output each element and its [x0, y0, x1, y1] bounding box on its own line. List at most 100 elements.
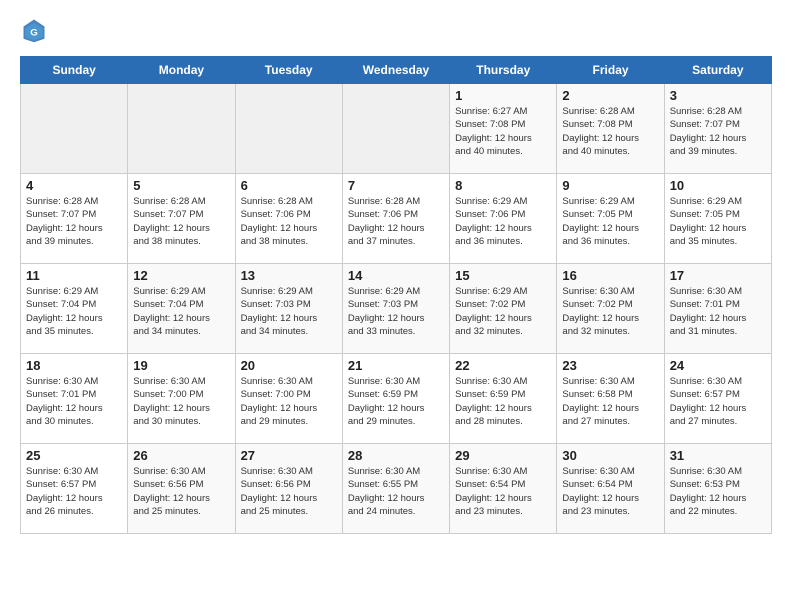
header-row: SundayMondayTuesdayWednesdayThursdayFrid…: [21, 57, 772, 84]
day-number: 14: [348, 268, 444, 283]
calendar-cell: [235, 84, 342, 174]
day-number: 21: [348, 358, 444, 373]
calendar-cell: 29 Sunrise: 6:30 AM Sunset: 6:54 PM Dayli…: [450, 444, 557, 534]
calendar-cell: 31 Sunrise: 6:30 AM Sunset: 6:53 PM Dayli…: [664, 444, 771, 534]
day-info: Sunrise: 6:30 AM Sunset: 6:56 PM Dayligh…: [241, 465, 337, 518]
calendar-cell: 8 Sunrise: 6:29 AM Sunset: 7:06 PM Daylig…: [450, 174, 557, 264]
day-info: Sunrise: 6:30 AM Sunset: 7:00 PM Dayligh…: [241, 375, 337, 428]
day-number: 1: [455, 88, 551, 103]
calendar-cell: 30 Sunrise: 6:30 AM Sunset: 6:54 PM Dayli…: [557, 444, 664, 534]
day-info: Sunrise: 6:28 AM Sunset: 7:06 PM Dayligh…: [348, 195, 444, 248]
day-info: Sunrise: 6:30 AM Sunset: 6:54 PM Dayligh…: [562, 465, 658, 518]
calendar-cell: 22Sunrise: 6:30 AM Sunset: 6:59 PM Dayli…: [450, 354, 557, 444]
day-number: 28: [348, 448, 444, 463]
day-number: 24: [670, 358, 766, 373]
calendar-cell: 21 Sunrise: 6:30 AM Sunset: 6:59 PM Dayli…: [342, 354, 449, 444]
day-number: 17: [670, 268, 766, 283]
day-info: Sunrise: 6:30 AM Sunset: 6:59 PM Dayligh…: [348, 375, 444, 428]
calendar-cell: 23 Sunrise: 6:30 AM Sunset: 6:58 PM Dayli…: [557, 354, 664, 444]
day-header-friday: Friday: [557, 57, 664, 84]
day-number: 12: [133, 268, 229, 283]
day-info: Sunrise: 6:28 AM Sunset: 7:07 PM Dayligh…: [133, 195, 229, 248]
calendar-cell: 9 Sunrise: 6:29 AM Sunset: 7:05 PM Daylig…: [557, 174, 664, 264]
day-info: Sunrise: 6:30 AM Sunset: 6:53 PM Dayligh…: [670, 465, 766, 518]
calendar-cell: 16 Sunrise: 6:30 AM Sunset: 7:02 PM Dayli…: [557, 264, 664, 354]
day-number: 25: [26, 448, 122, 463]
calendar-cell: 5 Sunrise: 6:28 AM Sunset: 7:07 PM Daylig…: [128, 174, 235, 264]
day-number: 13: [241, 268, 337, 283]
day-number: 3: [670, 88, 766, 103]
logo: G: [20, 16, 52, 44]
day-info: Sunrise: 6:28 AM Sunset: 7:07 PM Dayligh…: [26, 195, 122, 248]
day-info: Sunrise: 6:28 AM Sunset: 7:08 PM Dayligh…: [562, 105, 658, 158]
calendar-cell: 7 Sunrise: 6:28 AM Sunset: 7:06 PM Daylig…: [342, 174, 449, 264]
page: G SundayMondayTuesdayWednesdayThursdayFr…: [0, 0, 792, 554]
week-row-4: 18 Sunrise: 6:30 AM Sunset: 7:01 PM Dayli…: [21, 354, 772, 444]
day-info: Sunrise: 6:30 AM Sunset: 6:57 PM Dayligh…: [26, 465, 122, 518]
calendar-cell: 2Sunrise: 6:28 AM Sunset: 7:08 PM Daylig…: [557, 84, 664, 174]
day-number: 23: [562, 358, 658, 373]
day-number: 10: [670, 178, 766, 193]
day-number: 5: [133, 178, 229, 193]
week-row-1: 1 Sunrise: 6:27 AM Sunset: 7:08 PM Daylig…: [21, 84, 772, 174]
day-number: 29: [455, 448, 551, 463]
day-number: 22: [455, 358, 551, 373]
calendar-cell: 14 Sunrise: 6:29 AM Sunset: 7:03 PM Dayli…: [342, 264, 449, 354]
day-info: Sunrise: 6:30 AM Sunset: 6:58 PM Dayligh…: [562, 375, 658, 428]
calendar-cell: 18 Sunrise: 6:30 AM Sunset: 7:01 PM Dayli…: [21, 354, 128, 444]
day-header-wednesday: Wednesday: [342, 57, 449, 84]
calendar-cell: 10 Sunrise: 6:29 AM Sunset: 7:05 PM Dayli…: [664, 174, 771, 264]
day-number: 7: [348, 178, 444, 193]
calendar-cell: 1 Sunrise: 6:27 AM Sunset: 7:08 PM Daylig…: [450, 84, 557, 174]
day-number: 8: [455, 178, 551, 193]
day-header-thursday: Thursday: [450, 57, 557, 84]
calendar-cell: 17 Sunrise: 6:30 AM Sunset: 7:01 PM Dayli…: [664, 264, 771, 354]
day-info: Sunrise: 6:29 AM Sunset: 7:02 PM Dayligh…: [455, 285, 551, 338]
logo-icon: G: [20, 16, 48, 44]
day-info: Sunrise: 6:29 AM Sunset: 7:03 PM Dayligh…: [348, 285, 444, 338]
calendar-cell: [128, 84, 235, 174]
day-number: 19: [133, 358, 229, 373]
day-number: 4: [26, 178, 122, 193]
day-info: Sunrise: 6:29 AM Sunset: 7:03 PM Dayligh…: [241, 285, 337, 338]
calendar-cell: 3Sunrise: 6:28 AM Sunset: 7:07 PM Daylig…: [664, 84, 771, 174]
calendar-cell: 24 Sunrise: 6:30 AM Sunset: 6:57 PM Dayli…: [664, 354, 771, 444]
day-info: Sunrise: 6:30 AM Sunset: 7:02 PM Dayligh…: [562, 285, 658, 338]
svg-text:G: G: [30, 27, 37, 38]
calendar-cell: 13 Sunrise: 6:29 AM Sunset: 7:03 PM Dayli…: [235, 264, 342, 354]
week-row-3: 11Sunrise: 6:29 AM Sunset: 7:04 PM Dayli…: [21, 264, 772, 354]
calendar-cell: 15 Sunrise: 6:29 AM Sunset: 7:02 PM Dayli…: [450, 264, 557, 354]
day-number: 9: [562, 178, 658, 193]
day-number: 30: [562, 448, 658, 463]
header: G: [20, 16, 772, 44]
day-info: Sunrise: 6:29 AM Sunset: 7:06 PM Dayligh…: [455, 195, 551, 248]
day-info: Sunrise: 6:30 AM Sunset: 7:00 PM Dayligh…: [133, 375, 229, 428]
day-number: 20: [241, 358, 337, 373]
day-number: 31: [670, 448, 766, 463]
calendar-cell: 27Sunrise: 6:30 AM Sunset: 6:56 PM Dayli…: [235, 444, 342, 534]
day-info: Sunrise: 6:29 AM Sunset: 7:04 PM Dayligh…: [26, 285, 122, 338]
calendar-table: SundayMondayTuesdayWednesdayThursdayFrid…: [20, 56, 772, 534]
calendar-cell: 11Sunrise: 6:29 AM Sunset: 7:04 PM Dayli…: [21, 264, 128, 354]
day-info: Sunrise: 6:30 AM Sunset: 7:01 PM Dayligh…: [26, 375, 122, 428]
day-number: 18: [26, 358, 122, 373]
day-info: Sunrise: 6:28 AM Sunset: 7:06 PM Dayligh…: [241, 195, 337, 248]
day-header-monday: Monday: [128, 57, 235, 84]
day-header-saturday: Saturday: [664, 57, 771, 84]
day-info: Sunrise: 6:30 AM Sunset: 6:57 PM Dayligh…: [670, 375, 766, 428]
day-info: Sunrise: 6:27 AM Sunset: 7:08 PM Dayligh…: [455, 105, 551, 158]
day-number: 15: [455, 268, 551, 283]
day-header-sunday: Sunday: [21, 57, 128, 84]
day-info: Sunrise: 6:30 AM Sunset: 6:56 PM Dayligh…: [133, 465, 229, 518]
calendar-cell: 12Sunrise: 6:29 AM Sunset: 7:04 PM Dayli…: [128, 264, 235, 354]
day-info: Sunrise: 6:30 AM Sunset: 6:54 PM Dayligh…: [455, 465, 551, 518]
calendar-cell: [21, 84, 128, 174]
day-info: Sunrise: 6:30 AM Sunset: 7:01 PM Dayligh…: [670, 285, 766, 338]
day-info: Sunrise: 6:29 AM Sunset: 7:05 PM Dayligh…: [670, 195, 766, 248]
day-info: Sunrise: 6:29 AM Sunset: 7:05 PM Dayligh…: [562, 195, 658, 248]
day-number: 16: [562, 268, 658, 283]
week-row-2: 4 Sunrise: 6:28 AM Sunset: 7:07 PM Daylig…: [21, 174, 772, 264]
calendar-cell: [342, 84, 449, 174]
day-header-tuesday: Tuesday: [235, 57, 342, 84]
calendar-cell: 19 Sunrise: 6:30 AM Sunset: 7:00 PM Dayli…: [128, 354, 235, 444]
